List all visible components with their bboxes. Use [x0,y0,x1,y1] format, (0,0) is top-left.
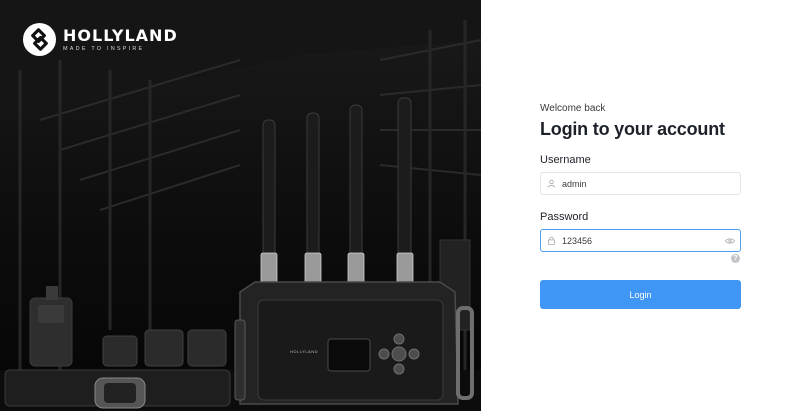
username-value: admin [562,178,587,189]
page-title: Login to your account [540,119,725,139]
login-panel: Welcome back Login to your account Usern… [481,0,800,411]
login-button[interactable]: Login [540,280,741,309]
password-value: 123456 [562,235,593,246]
product-photo [0,0,481,411]
hero-panel: HOLLYLAND HOLLYLAND MADE TO INSPIRE [0,0,481,411]
hollyland-logo-icon [22,22,57,57]
brand-tagline: MADE TO INSPIRE [63,45,145,52]
lock-icon [547,236,556,245]
eye-icon[interactable] [725,237,735,245]
device-brand-label: HOLLYLAND [290,349,318,354]
username-field[interactable]: admin [540,172,741,195]
password-label: Password [540,211,589,223]
username-label: Username [540,154,591,166]
login-form: Welcome back Login to your account Usern… [540,103,741,252]
welcome-text: Welcome back [540,103,606,114]
question-icon[interactable]: ? [731,254,740,263]
user-icon [547,179,556,188]
password-field[interactable]: 123456 [540,229,741,252]
brand-logo: HOLLYLAND MADE TO INSPIRE [22,22,178,57]
brand-name: HOLLYLAND [63,25,178,45]
